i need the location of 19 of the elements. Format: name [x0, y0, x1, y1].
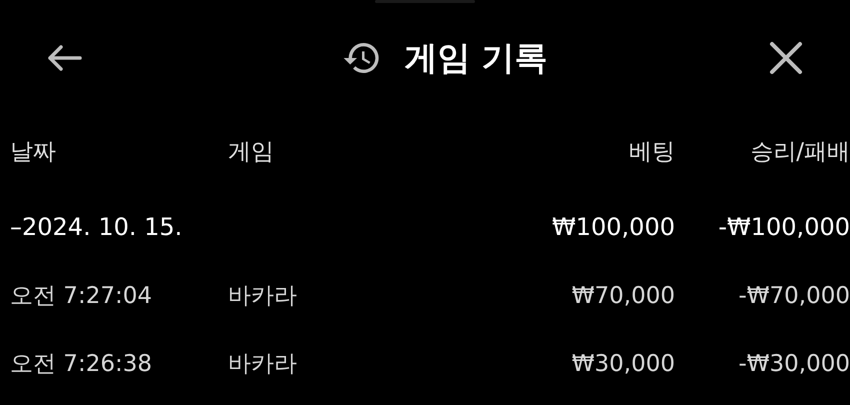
column-header: 날짜	[10, 138, 57, 167]
collapse-toggle[interactable]: –	[10, 209, 22, 245]
table-cell-text: ₩100,000	[551, 212, 675, 243]
table-cell-text: -₩70,000	[737, 282, 850, 311]
table-cell-text: -₩100,000	[717, 212, 850, 243]
table-cell-text: -₩30,000	[737, 350, 850, 379]
table-cell-text: 오전 7:27:04	[10, 282, 153, 311]
table-cell-text: 오전 7:26:38	[10, 350, 153, 379]
page-title: 게임 기록	[404, 37, 548, 80]
table-cell-text: ₩70,000	[570, 282, 675, 311]
column-header: 베팅	[628, 138, 675, 167]
table-cell-text: ₩30,000	[570, 350, 675, 379]
back-arrow-icon	[46, 44, 82, 72]
table-cell-text: 바카라	[228, 350, 298, 379]
table-cell-text: 바카라	[228, 282, 298, 311]
group-date: 2024. 10. 15.	[22, 212, 182, 243]
column-header: 게임	[228, 138, 275, 167]
close-icon	[769, 41, 803, 75]
column-header: 승리/패배	[749, 138, 850, 167]
